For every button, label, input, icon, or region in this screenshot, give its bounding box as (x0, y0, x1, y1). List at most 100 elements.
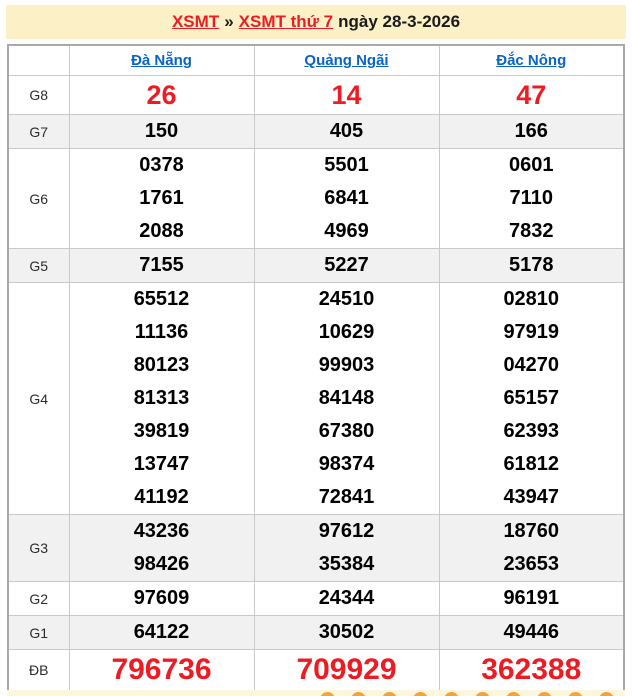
result-cell: 65512 11136 80123 81313 39819 13747 41192 (68, 282, 255, 515)
result-number: 5501 (324, 154, 369, 176)
result-number: 7155 (139, 254, 184, 276)
result-number: 166 (514, 120, 548, 142)
prize-row-g4: G4 65512 11136 80123 81313 39819 13747 41192 245… (7, 282, 625, 515)
province-link-quang-ngai[interactable]: Quảng Ngãi (304, 52, 388, 69)
lotto-ball[interactable] (474, 692, 490, 696)
result-number: 4969 (324, 220, 369, 242)
lottery-results-page: XSMT » XSMT thứ 7 ngày 28-3-2026 Đà Nẵng Quả… (0, 0, 632, 696)
lotto-ball[interactable] (598, 692, 614, 696)
result-number: 5178 (509, 254, 554, 276)
result-cell: 5227 (253, 248, 440, 283)
result-number: 24510 (318, 288, 375, 310)
result-number: 23653 (503, 553, 560, 575)
result-number: 362388 (481, 653, 582, 686)
prize-label: G4 (7, 282, 70, 515)
result-number: 1761 (139, 187, 184, 209)
result-number: 7110 (509, 187, 553, 209)
result-number: 11136 (134, 321, 189, 343)
prize-row-g1: G1 64122 30502 49446 (7, 615, 625, 650)
lotto-ball[interactable] (443, 692, 459, 696)
results-table: Đà Nẵng Quảng Ngãi Đắc Nông G8 26 14 47 G7 150 4… (7, 44, 625, 692)
draw-date-text: ngày 28-3-2026 (338, 12, 461, 31)
result-number: 5227 (324, 254, 369, 276)
result-number: 98374 (318, 453, 375, 475)
result-number: 67380 (318, 420, 375, 442)
prize-row-g2: G2 97609 24344 96191 (7, 581, 625, 616)
region-link[interactable]: XSMT (172, 12, 219, 32)
result-cell: 26 (68, 75, 255, 115)
result-cell: 24510 10629 99903 84148 67380 98374 72841 (253, 282, 440, 515)
result-number: 150 (144, 120, 179, 142)
result-number: 405 (329, 120, 364, 142)
breadcrumb-separator: » (224, 12, 234, 31)
result-number: 2088 (139, 220, 184, 242)
result-number: 0378 (139, 154, 184, 176)
prize-label: G3 (7, 514, 70, 582)
result-cell: 30502 (253, 615, 440, 650)
corner-cell (7, 44, 70, 76)
result-number: 13747 (133, 453, 190, 475)
lotto-ball[interactable] (412, 692, 428, 696)
lotto-ball[interactable] (536, 692, 552, 696)
results-table-header: Đà Nẵng Quảng Ngãi Đắc Nông (7, 44, 625, 76)
province-link-da-nang[interactable]: Đà Nẵng (131, 52, 192, 69)
prize-row-g3: G3 43236 98426 97612 35384 18760 23653 (7, 514, 625, 582)
result-number: 81313 (133, 387, 190, 409)
result-cell: 150 (68, 114, 255, 149)
result-cell: 0378 1761 2088 (68, 148, 255, 249)
lotto-ball[interactable] (350, 692, 366, 696)
result-number: 97612 (318, 520, 375, 542)
result-number: 7832 (509, 220, 554, 242)
result-number: 43947 (503, 486, 560, 508)
prize-label: G5 (7, 248, 70, 283)
prize-label: G6 (7, 148, 70, 249)
result-number: 72841 (318, 486, 375, 508)
result-number: 39819 (133, 420, 190, 442)
prize-label: G1 (7, 615, 70, 650)
result-cell: 47 (438, 75, 625, 115)
prize-row-g6: G6 0378 1761 2088 5501 6841 4969 0601 7110 7832 (7, 148, 625, 249)
result-number: 18760 (503, 520, 560, 542)
result-number: 47 (516, 80, 547, 110)
result-number: 709929 (296, 653, 397, 686)
result-cell: 64122 (68, 615, 255, 650)
result-number: 61812 (503, 453, 560, 475)
prize-row-g7: G7 150 405 166 (7, 114, 625, 149)
result-number: 35384 (318, 553, 375, 575)
prize-row-g5: G5 7155 5227 5178 (7, 248, 625, 283)
result-number: 10629 (318, 321, 375, 343)
draw-day-link[interactable]: XSMT thứ 7 (239, 12, 333, 32)
result-number: 99903 (318, 354, 375, 376)
result-cell: 97609 (68, 581, 255, 616)
result-cell: 5178 (438, 248, 625, 283)
result-cell: 14 (253, 75, 440, 115)
result-number: 26 (146, 80, 177, 110)
result-number: 796736 (111, 653, 212, 686)
result-number: 30502 (318, 621, 375, 643)
result-number: 65512 (133, 288, 190, 310)
lotto-ball[interactable] (319, 692, 335, 696)
prize-label: ĐB (7, 649, 70, 692)
prize-label: G2 (7, 581, 70, 616)
province-link-dac-nong[interactable]: Đắc Nông (496, 52, 566, 69)
result-number: 97609 (133, 587, 190, 609)
lotto-ball[interactable] (381, 692, 397, 696)
lotto-ball[interactable] (505, 692, 521, 696)
lotto-ball[interactable] (567, 692, 583, 696)
result-cell: 796736 (68, 649, 255, 692)
result-cell: 43236 98426 (68, 514, 255, 582)
page-title: XSMT » XSMT thứ 7 ngày 28-3-2026 (6, 5, 626, 39)
result-number: 6841 (324, 187, 369, 209)
result-cell: 02810 97919 04270 65157 62393 61812 43947 (438, 282, 625, 515)
result-cell: 166 (438, 114, 625, 149)
result-number: 84148 (318, 387, 375, 409)
result-number: 65157 (503, 387, 560, 409)
result-number: 14 (331, 80, 362, 110)
result-cell: 0601 7110 7832 (438, 148, 625, 249)
result-number: 0601 (509, 154, 554, 176)
result-cell: 18760 23653 (438, 514, 625, 582)
result-number: 97919 (503, 321, 560, 343)
result-cell: 24344 (253, 581, 440, 616)
result-cell: 5501 6841 4969 (253, 148, 440, 249)
result-cell: 405 (253, 114, 440, 149)
